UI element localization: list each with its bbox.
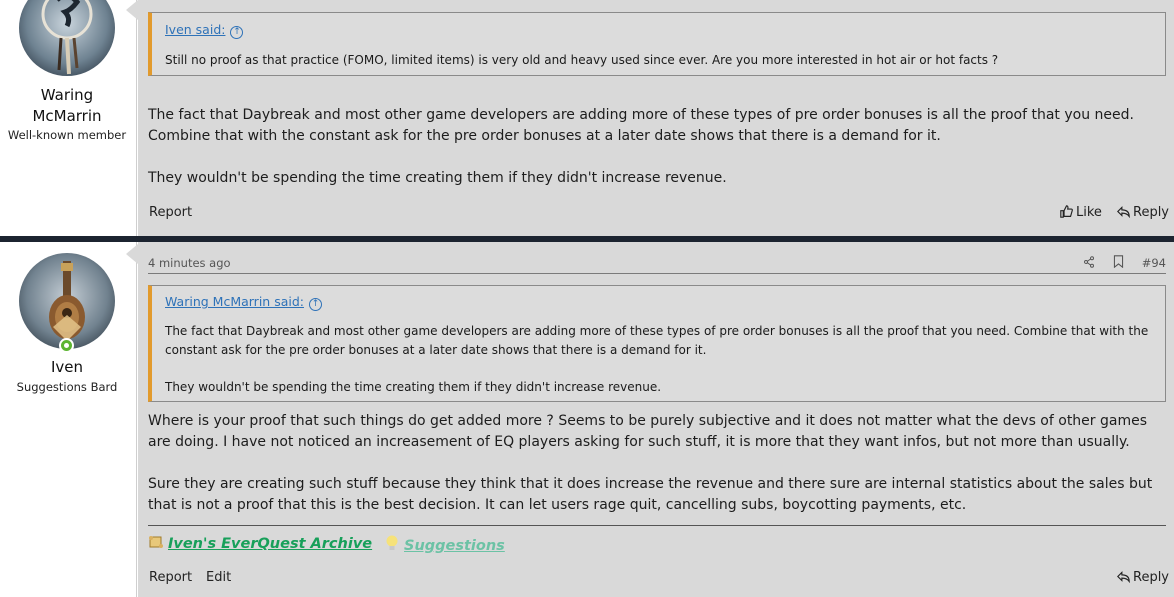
reply-icon: [1117, 206, 1130, 218]
avatar-waring[interactable]: [19, 0, 115, 76]
user-title: Suggestions Bard: [16, 380, 118, 394]
post-body-paragraph: The fact that Daybreak and most other ga…: [148, 107, 1134, 144]
quote-text: Still no proof as that practice (FOMO, l…: [165, 53, 999, 67]
post-body-paragraph: Where is your proof that such things do …: [148, 413, 1148, 450]
signature-archive-link[interactable]: Iven's EverQuest Archive: [148, 534, 372, 552]
scroll-icon: [148, 534, 164, 550]
reply-label[interactable]: Reply: [1133, 205, 1169, 220]
post-number[interactable]: #94: [1142, 256, 1166, 270]
signature-divider: [148, 525, 1166, 526]
quote-attribution-text[interactable]: Waring McMarrin said:: [165, 294, 304, 309]
quote-attribution[interactable]: Iven said: ↑: [165, 22, 244, 39]
author-name[interactable]: Waring McMarrin: [0, 85, 134, 127]
report-button[interactable]: Report: [149, 570, 192, 585]
quote-block: Iven said: ↑ Still no proof as that pract…: [148, 12, 1166, 76]
signature-suggestions-label[interactable]: Suggestions: [404, 538, 505, 554]
post-body-paragraph: They wouldn't be spending the time creat…: [148, 170, 727, 186]
edit-button[interactable]: Edit: [206, 570, 231, 585]
user-title: Well-known member: [7, 128, 127, 142]
user-panel: Waring McMarrin Well-known member: [0, 0, 137, 236]
post-arrow: [126, 244, 138, 264]
like-button[interactable]: Like: [1060, 205, 1102, 220]
post-meta-actions: #94: [1069, 255, 1166, 271]
reply-icon: [1117, 571, 1130, 583]
report-button[interactable]: Report: [149, 205, 192, 220]
post-body-paragraph: Sure they are creating such stuff becaus…: [148, 476, 1153, 513]
signature-suggestions-link[interactable]: Suggestions: [384, 534, 505, 554]
lightbulb-icon: [384, 534, 400, 552]
quote-text: The fact that Daybreak and most other ga…: [165, 324, 1149, 357]
like-icon: [1060, 205, 1073, 218]
quote-text: They wouldn't be spending the time creat…: [165, 380, 662, 394]
author-name-line1[interactable]: Waring: [0, 85, 134, 106]
arrow-up-circle-icon[interactable]: ↑: [308, 298, 322, 311]
quote-block: Waring McMarrin said: ↑ The fact that Day…: [148, 285, 1166, 402]
post-waring: Waring McMarrin Well-known member Iven s…: [0, 0, 1174, 236]
quote-attribution-text[interactable]: Iven said:: [165, 22, 225, 37]
arrow-up-circle-icon[interactable]: ↑: [230, 26, 244, 39]
author-name-line2[interactable]: McMarrin: [0, 106, 134, 127]
post-arrow: [126, 0, 138, 20]
signature-archive-label[interactable]: Iven's EverQuest Archive: [168, 536, 372, 552]
post-content: 4 minutes ago #94 Waring McMarrin said: ↑…: [138, 242, 1174, 597]
online-status-icon: [59, 338, 74, 353]
bookmark-icon[interactable]: [1113, 255, 1124, 271]
like-label[interactable]: Like: [1076, 205, 1102, 220]
avatar-iven[interactable]: [19, 253, 115, 349]
quote-attribution[interactable]: Waring McMarrin said: ↑: [165, 294, 322, 311]
post-timestamp[interactable]: 4 minutes ago: [148, 256, 231, 270]
meta-divider: [148, 273, 1166, 274]
post-content: Iven said: ↑ Still no proof as that pract…: [138, 0, 1174, 236]
reply-button[interactable]: Reply: [1117, 570, 1169, 585]
share-icon[interactable]: [1083, 255, 1095, 271]
user-panel: Iven Suggestions Bard: [0, 242, 137, 597]
reply-label[interactable]: Reply: [1133, 570, 1169, 585]
author-name[interactable]: Iven: [0, 357, 134, 378]
post-iven: Iven Suggestions Bard 4 minutes ago #94 …: [0, 242, 1174, 597]
reply-button[interactable]: Reply: [1117, 205, 1169, 220]
